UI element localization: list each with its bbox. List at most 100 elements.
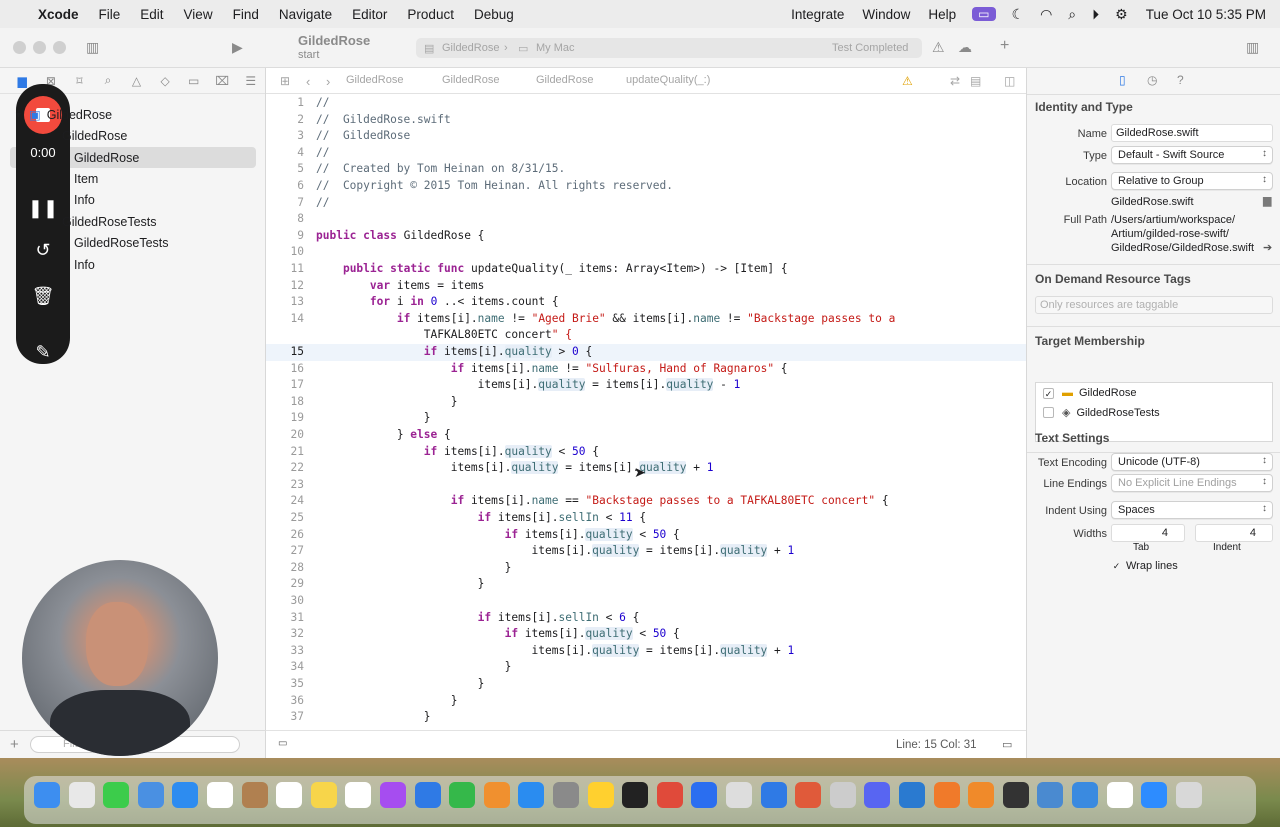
code-line[interactable]: 24 if items[i].name == "Backstage passes… xyxy=(266,493,1026,510)
inspector-toggle-icon[interactable]: ▥ xyxy=(1246,39,1259,56)
issue-icon[interactable]: △ xyxy=(122,74,151,88)
draw-icon[interactable]: ✎ xyxy=(16,342,70,363)
run-button-icon[interactable]: ▶ xyxy=(232,39,243,56)
code-line[interactable]: 23 xyxy=(266,477,1026,494)
indent-using-popup[interactable]: Spaces xyxy=(1111,501,1273,519)
zoom-window-button[interactable] xyxy=(53,41,66,54)
wrap-lines-checkbox[interactable]: ✓ xyxy=(1111,561,1122,572)
code-line[interactable]: 34 } xyxy=(266,659,1026,676)
code-line[interactable]: 21 if items[i].quality < 50 { xyxy=(266,444,1026,461)
add-icon[interactable]: + xyxy=(10,736,19,753)
code-line[interactable]: 36 } xyxy=(266,693,1026,710)
trash-icon[interactable] xyxy=(1175,782,1202,808)
menu-integrate[interactable]: Integrate xyxy=(791,7,844,22)
forward-icon[interactable]: › xyxy=(326,74,330,89)
discord-icon[interactable] xyxy=(864,782,891,808)
code-line[interactable]: 14 if items[i].name != "Aged Brie" && it… xyxy=(266,311,1026,328)
code-line[interactable]: 35 } xyxy=(266,676,1026,693)
wrap-lines-row[interactable]: ✓ Wrap lines xyxy=(1111,560,1178,572)
preview-icon[interactable] xyxy=(829,782,856,808)
system-settings-icon[interactable] xyxy=(553,782,579,808)
code-line[interactable]: 17 items[i].quality = items[i].quality -… xyxy=(266,377,1026,394)
code-line[interactable]: 11 public static func updateQuality(_ it… xyxy=(266,261,1026,278)
code-line[interactable]: 25 if items[i].sellIn < 11 { xyxy=(266,510,1026,527)
mail-icon[interactable] xyxy=(137,782,164,808)
code-line[interactable]: 8 xyxy=(266,211,1026,228)
code-area[interactable]: 1//2// GildedRose.swift 3// GildedRose 4//… xyxy=(266,95,1026,730)
code-line[interactable]: 26 if items[i].quality < 50 { xyxy=(266,527,1026,544)
tree-item-project[interactable]: ▼ ▣ GildedRose xyxy=(0,104,266,125)
zoom-icon[interactable] xyxy=(1141,782,1168,808)
messages-icon[interactable] xyxy=(103,782,130,808)
related-items-icon[interactable]: ⊞ xyxy=(280,74,290,88)
calendar-icon[interactable] xyxy=(207,782,233,808)
trash-icon[interactable]: 🗑 xyxy=(16,286,70,307)
type-popup[interactable]: Default - Swift Source xyxy=(1111,146,1273,164)
indent-width-stepper[interactable]: 4 xyxy=(1195,524,1273,542)
bookmark-icon[interactable]: ⌑ xyxy=(65,74,94,88)
1password-icon[interactable] xyxy=(691,782,718,808)
location-popup[interactable]: Relative to Group xyxy=(1111,172,1273,190)
sidebar-toggle-icon[interactable]: ▥ xyxy=(86,39,99,56)
script-editor-icon[interactable] xyxy=(726,782,752,808)
notes-icon[interactable] xyxy=(310,782,337,808)
keynote-icon[interactable] xyxy=(414,782,441,808)
back-icon[interactable]: ‹ xyxy=(306,74,310,89)
wifi-icon[interactable]: ◠ xyxy=(1040,6,1052,23)
menu-window[interactable]: Window xyxy=(862,7,910,22)
safari-icon[interactable] xyxy=(172,782,199,808)
launchpad-icon[interactable] xyxy=(68,782,95,808)
spotlight-icon[interactable]: ⌕ xyxy=(1068,6,1076,23)
menu-editor[interactable]: Editor xyxy=(352,7,387,22)
contacts-icon[interactable] xyxy=(241,782,268,808)
code-line[interactable]: 3// GildedRose xyxy=(266,128,1026,145)
line-endings-popup[interactable]: No Explicit Line Endings xyxy=(1111,474,1273,492)
close-window-button[interactable] xyxy=(13,41,26,54)
menu-debug[interactable]: Debug xyxy=(474,7,514,22)
breadcrumb-group[interactable]: GildedRose xyxy=(442,74,499,86)
target-row-app[interactable]: ✓ ▬ GildedRose xyxy=(1043,387,1136,399)
debug-area-icon[interactable]: ▭ xyxy=(278,738,287,749)
history-icon[interactable]: ◷ xyxy=(1147,73,1157,87)
code-line[interactable]: 7// xyxy=(266,195,1026,212)
code-line[interactable]: 6// Copyright © 2015 Tom Heinan. All rig… xyxy=(266,178,1026,195)
toolbox-icon[interactable] xyxy=(795,782,822,808)
xcode-icon[interactable] xyxy=(1072,782,1098,808)
play-circle-icon[interactable]: ⏵ xyxy=(1092,6,1099,23)
code-line[interactable]: 9 public class GildedRose { xyxy=(266,228,1026,245)
target-checkbox-checked[interactable]: ✓ xyxy=(1043,387,1054,399)
reminders-icon[interactable] xyxy=(276,782,303,808)
moon-icon[interactable]: ☾ xyxy=(1012,6,1025,23)
add-icon[interactable]: + xyxy=(1000,37,1009,55)
code-line[interactable]: 27 items[i].quality = items[i].quality +… xyxy=(266,543,1026,560)
menu-find[interactable]: Find xyxy=(233,7,259,22)
code-line[interactable]: 19 } xyxy=(266,410,1026,427)
tab-width-stepper[interactable]: 4 xyxy=(1111,524,1185,542)
app-store-icon[interactable] xyxy=(518,782,545,808)
warning-icon[interactable]: ⚠ xyxy=(932,39,945,56)
breadcrumb-symbol[interactable]: updateQuality(_:) xyxy=(626,74,710,86)
disclosure-icon[interactable]: ▼ xyxy=(14,110,23,120)
code-line[interactable]: 13 for i in 0 ..< items.count { xyxy=(266,294,1026,311)
restart-icon[interactable]: ↺ xyxy=(16,240,70,261)
test-icon[interactable]: ◇ xyxy=(151,74,180,88)
firefox-icon[interactable] xyxy=(933,782,960,808)
file-icon[interactable]: ▯ xyxy=(1119,73,1126,87)
help-icon[interactable]: ? xyxy=(1177,73,1184,87)
podcasts-icon[interactable] xyxy=(380,782,406,808)
target-row-tests[interactable]: ◈ GildedRoseTests xyxy=(1043,406,1160,419)
split-editor-icon[interactable]: ◫ xyxy=(1004,74,1015,88)
menu-product[interactable]: Product xyxy=(407,7,454,22)
code-line[interactable]: 22 items[i].quality = items[i].quality +… xyxy=(266,460,1026,477)
scheme-selector[interactable]: GildedRose xyxy=(442,42,499,54)
code-line[interactable]: TAFKAL80ETC concert" { xyxy=(266,327,1026,344)
menu-navigate[interactable]: Navigate xyxy=(279,7,332,22)
debug-toggle-icon[interactable]: ▭ xyxy=(1002,738,1012,751)
code-line[interactable]: 20 } else { xyxy=(266,427,1026,444)
code-line[interactable]: 18 } xyxy=(266,394,1026,411)
freeform-icon[interactable] xyxy=(345,782,372,808)
breadcrumb-project[interactable]: GildedRose xyxy=(346,74,403,86)
minimap-icon[interactable]: ▤ xyxy=(970,74,981,88)
reveal-arrow-icon[interactable]: ➔ xyxy=(1263,241,1272,254)
report-icon[interactable]: ☰ xyxy=(237,74,266,88)
